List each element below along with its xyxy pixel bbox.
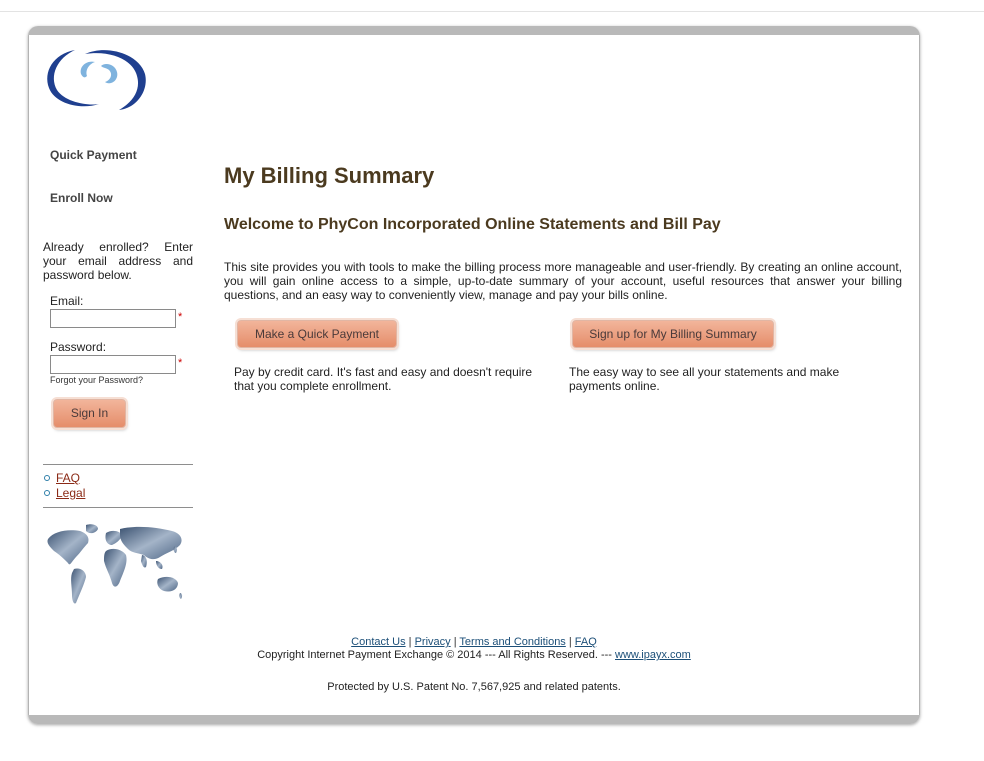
email-required-mark: * [178,311,183,323]
quick-payment-link[interactable]: Quick Payment [50,148,137,162]
frame-top-bar [28,26,920,35]
privacy-link[interactable]: Privacy [415,636,451,648]
circle-bullet-icon [44,490,50,496]
sidebar-divider-bottom [43,507,193,508]
website-link[interactable]: www.ipayx.com [615,649,691,661]
frame-left-edge [28,35,29,715]
footer-separator: | [405,636,415,648]
site-description: This site provides you with tools to mak… [224,260,902,302]
frame-bottom-bar [28,715,920,724]
terms-link[interactable]: Terms and Conditions [459,636,565,648]
welcome-heading: Welcome to PhyCon Incorporated Online St… [224,216,721,233]
copyright-text: Copyright Internet Payment Exchange © 20… [257,649,616,661]
contact-us-link[interactable]: Contact Us [351,636,405,648]
legal-link[interactable]: Legal [56,486,85,500]
footer-links: Contact Us | Privacy | Terms and Conditi… [28,636,920,648]
frame-right-edge [919,35,920,715]
circle-bullet-icon [44,475,50,481]
swirl-logo-icon [47,50,146,110]
top-divider [0,11,984,12]
password-label: Password: [50,340,107,354]
faq-link[interactable]: FAQ [56,471,80,485]
forgot-password-link[interactable]: Forgot your Password? [50,375,143,385]
password-required-mark: * [178,357,183,369]
copyright: Copyright Internet Payment Exchange © 20… [28,649,920,661]
page-title: My Billing Summary [224,163,435,188]
footer-separator: | [565,636,575,648]
sign-in-button[interactable]: Sign In [53,399,126,428]
password-field[interactable] [50,355,176,374]
sign-up-description: The easy way to see all your statements … [569,365,840,393]
page-frame: Quick Payment Enroll Now Already enrolle… [28,26,920,724]
enroll-now-link[interactable]: Enroll Now [50,191,113,205]
sign-up-button[interactable]: Sign up for My Billing Summary [572,320,774,348]
quick-payment-description: Pay by credit card. It's fast and easy a… [234,365,533,393]
email-label: Email: [50,294,84,308]
sidebar-divider-top [43,464,193,465]
login-instructions: Already enrolled? Enter your email addre… [43,240,193,282]
footer-faq-link[interactable]: FAQ [575,636,597,648]
email-field[interactable] [50,309,176,328]
patent-notice: Protected by U.S. Patent No. 7,567,925 a… [327,681,621,693]
make-quick-payment-button[interactable]: Make a Quick Payment [237,320,397,348]
world-map-icon [47,524,183,604]
